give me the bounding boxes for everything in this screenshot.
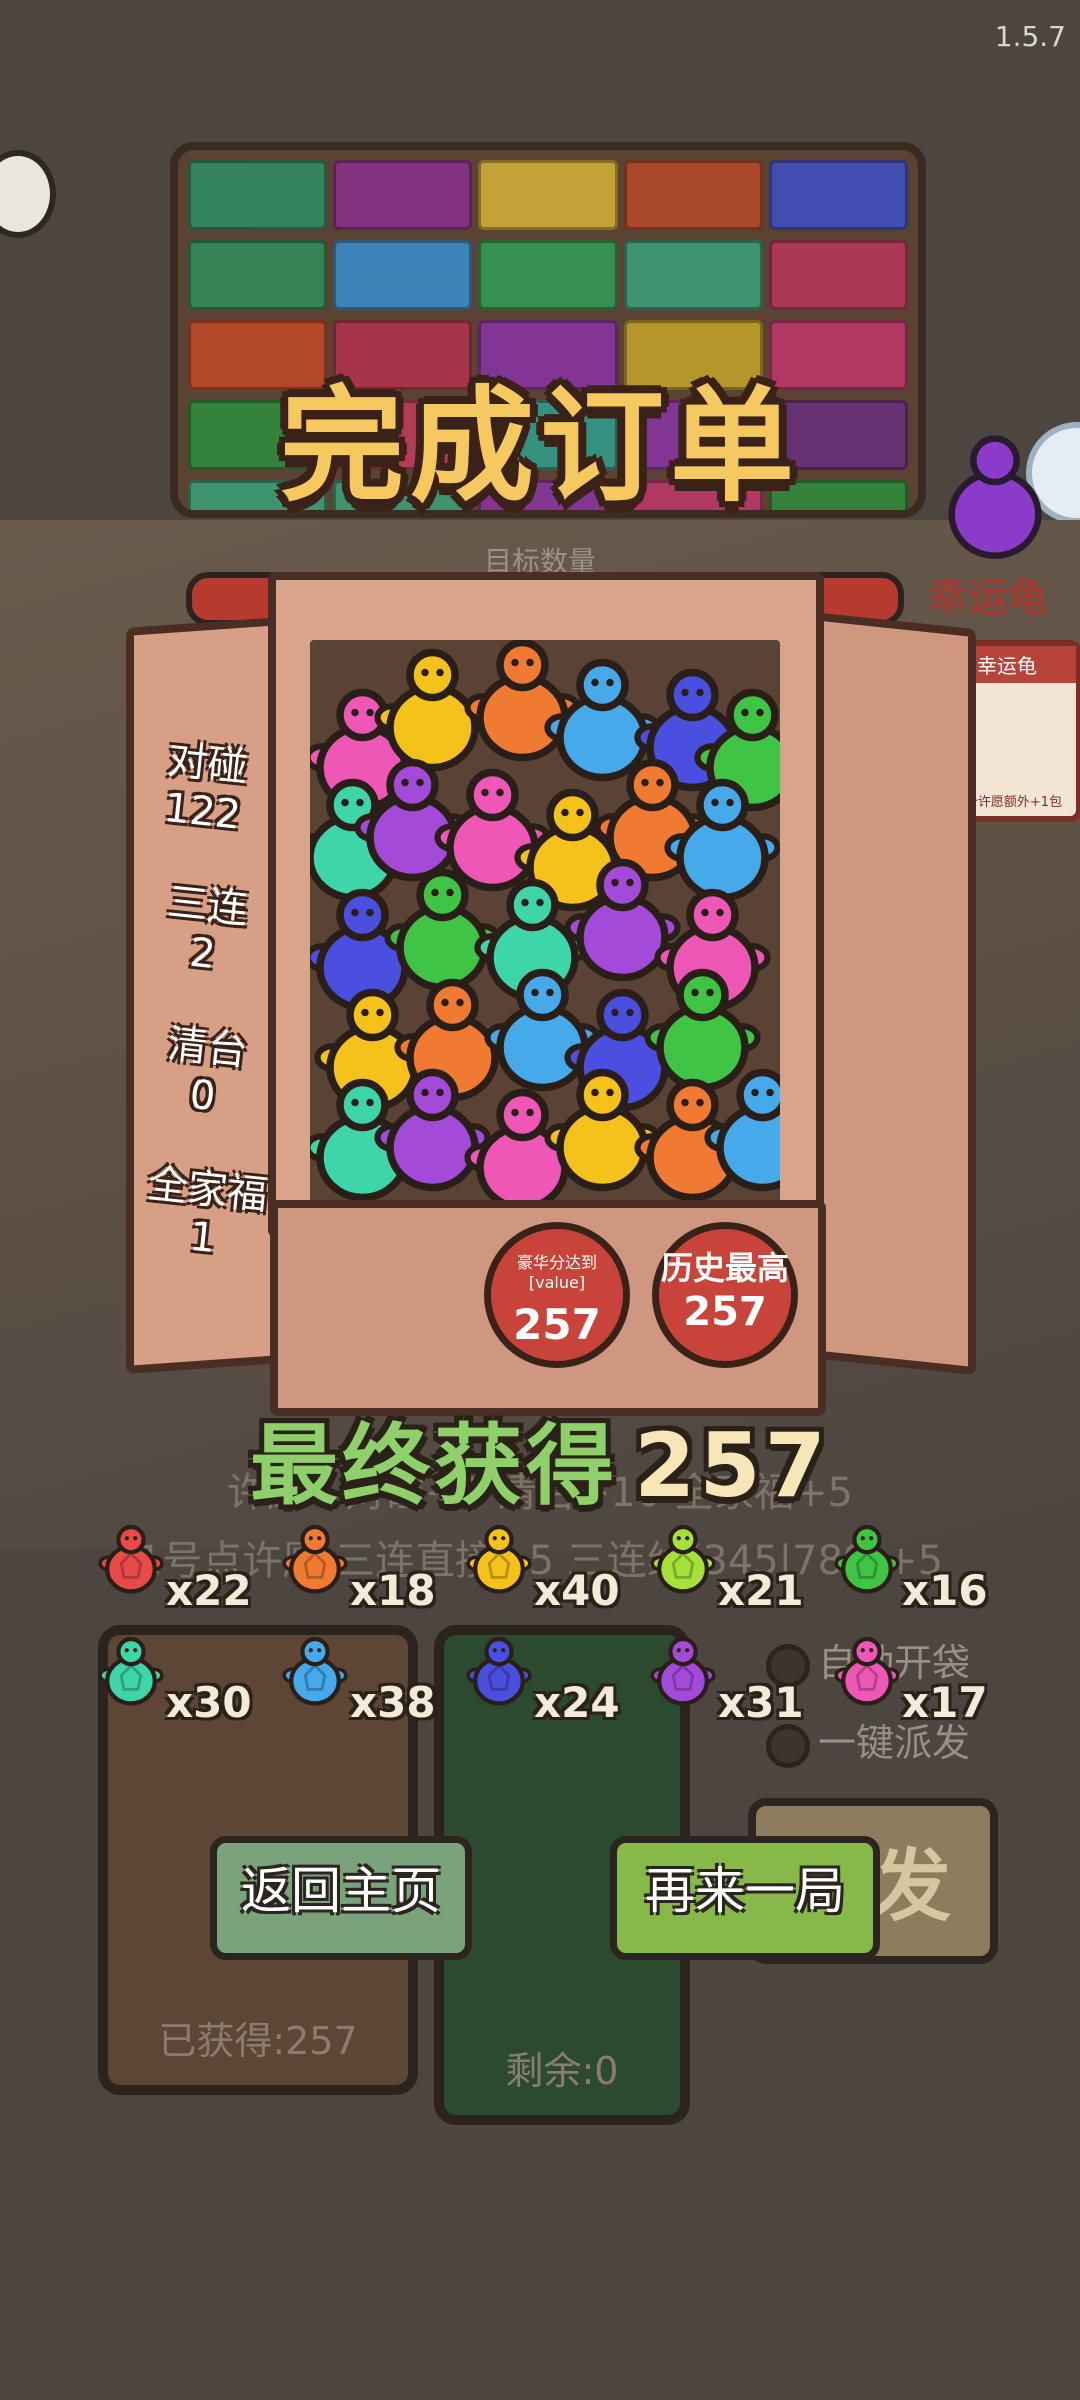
turtle-count: x21 — [718, 1566, 804, 1615]
luxury-score-value: 257 — [513, 1300, 601, 1349]
turtle-count: x18 — [350, 1566, 436, 1615]
stats-column: 对碰 122 三连 2 清台 0 全家福 1 — [140, 737, 270, 1308]
turtle-count-item: x31 — [648, 1632, 828, 1732]
turtle-count-item: x16 — [832, 1520, 1012, 1620]
home-button[interactable]: 返回主页 — [210, 1836, 472, 1960]
stat-item: 全家福 1 — [135, 1159, 274, 1268]
turtle-count: x30 — [166, 1678, 252, 1727]
turtle-count: x24 — [534, 1678, 620, 1727]
pile-turtle — [544, 658, 661, 782]
shelf-package — [478, 240, 618, 310]
play-again-label: 再来一局 — [645, 1862, 845, 1920]
turtle-count-item: x18 — [280, 1520, 460, 1620]
robot-avatar-icon[interactable] — [0, 150, 56, 238]
final-score: 最终获得 257 — [0, 1395, 1080, 1522]
turtle-count-item: x21 — [648, 1520, 828, 1620]
box-interior — [310, 640, 780, 1210]
turtle-pile — [310, 640, 780, 1210]
turtle-count-item: x22 — [96, 1520, 276, 1620]
shelf-package — [333, 240, 473, 310]
shelf-package — [768, 160, 908, 230]
shelf-package — [188, 240, 328, 310]
best-score-value: 257 — [683, 1289, 767, 1335]
turtle-icon — [650, 1636, 716, 1706]
obtained-label: 已获得:257 — [158, 2019, 358, 2063]
luxury-score-label: 豪华分达到[value] — [516, 1253, 597, 1292]
lucky-turtle-label: 幸运龟 — [928, 575, 1048, 621]
turtle-icon — [282, 1524, 348, 1594]
stat-item: 三连 2 — [135, 875, 274, 984]
turtle-icon — [282, 1636, 348, 1706]
turtle-count-item: x30 — [96, 1632, 276, 1732]
turtle-icon — [466, 1524, 532, 1594]
page-title: 完成订单 — [279, 375, 800, 519]
turtle-icon — [466, 1636, 532, 1706]
turtle-icon — [650, 1524, 716, 1594]
shelf-package — [478, 160, 618, 230]
stat-item: 清台 0 — [135, 1017, 274, 1126]
stat-item: 对碰 122 — [135, 733, 274, 842]
box-flap-right — [800, 610, 976, 1376]
turtle-count-item: x40 — [464, 1520, 644, 1620]
turtle-count: x31 — [718, 1678, 804, 1727]
turtle-icon — [98, 1524, 164, 1594]
turtle-count: x40 — [534, 1566, 620, 1615]
turtle-count: x38 — [350, 1678, 436, 1727]
play-again-button[interactable]: 再来一局 — [610, 1836, 880, 1960]
final-score-label: 最终获得 — [250, 1414, 619, 1517]
final-score-value: 257 — [634, 1414, 830, 1517]
luxury-score-badge: 豪华分达到[value] 257 — [484, 1222, 630, 1368]
turtle-count: x17 — [902, 1678, 988, 1727]
remaining-label: 剩余:0 — [505, 2049, 619, 2093]
shelf-package — [623, 240, 763, 310]
shelf-package — [768, 240, 908, 310]
turtle-count: x16 — [902, 1566, 988, 1615]
turtle-icon — [834, 1524, 900, 1594]
shelf-package — [333, 160, 473, 230]
turtle-count-item: x38 — [280, 1632, 460, 1732]
turtle-count: x22 — [166, 1566, 252, 1615]
turtle-count-item: x17 — [832, 1632, 1012, 1732]
turtle-count-item: x24 — [464, 1632, 644, 1732]
best-score-label: 历史最高 — [660, 1249, 789, 1287]
turtle-icon — [98, 1636, 164, 1706]
best-score-badge: 历史最高 257 — [652, 1222, 798, 1368]
shelf-package — [623, 160, 763, 230]
shelf-package — [188, 160, 328, 230]
version-label: 1.5.7 — [994, 20, 1066, 53]
turtle-icon — [834, 1636, 900, 1706]
home-button-label: 返回主页 — [241, 1862, 441, 1920]
